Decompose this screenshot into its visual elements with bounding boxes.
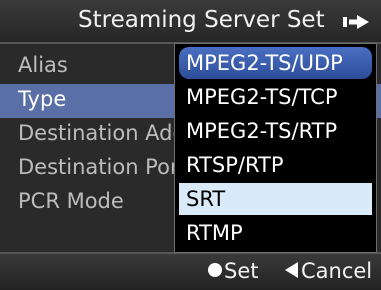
cancel-label: Cancel xyxy=(301,259,373,283)
menu-row-label: Alias xyxy=(18,53,68,77)
set-label: Set xyxy=(224,259,259,283)
menu-row-label: PCR Mode xyxy=(18,189,124,213)
menu-row-label: Destination Port xyxy=(18,155,187,179)
set-button[interactable]: Set xyxy=(208,259,258,283)
option-mpeg2-ts-rtp[interactable]: MPEG2-TS/RTP xyxy=(179,115,372,147)
option-mpeg2-ts-tcp[interactable]: MPEG2-TS/TCP xyxy=(179,81,372,113)
type-dropdown-list: MPEG2-TS/UDP MPEG2-TS/TCP MPEG2-TS/RTP R… xyxy=(174,43,377,253)
option-rtsp-rtp[interactable]: RTSP/RTP xyxy=(179,149,372,181)
cancel-triangle-icon xyxy=(285,262,298,278)
option-rtmp[interactable]: RTMP xyxy=(179,217,372,249)
streaming-server-set-screen: Streaming Server Set Alias Type Destinat… xyxy=(0,0,381,290)
option-srt[interactable]: SRT xyxy=(179,183,372,215)
page-title: Streaming Server Set xyxy=(78,7,325,33)
cancel-button[interactable]: Cancel xyxy=(285,259,372,283)
header-bar: Streaming Server Set xyxy=(0,0,381,44)
option-mpeg2-ts-udp[interactable]: MPEG2-TS/UDP xyxy=(179,47,372,79)
footer-bar: Set Cancel xyxy=(0,252,381,290)
set-dot-icon xyxy=(208,263,222,277)
menu-row-label: Type xyxy=(18,87,67,111)
return-arrow-icon[interactable] xyxy=(343,15,369,29)
